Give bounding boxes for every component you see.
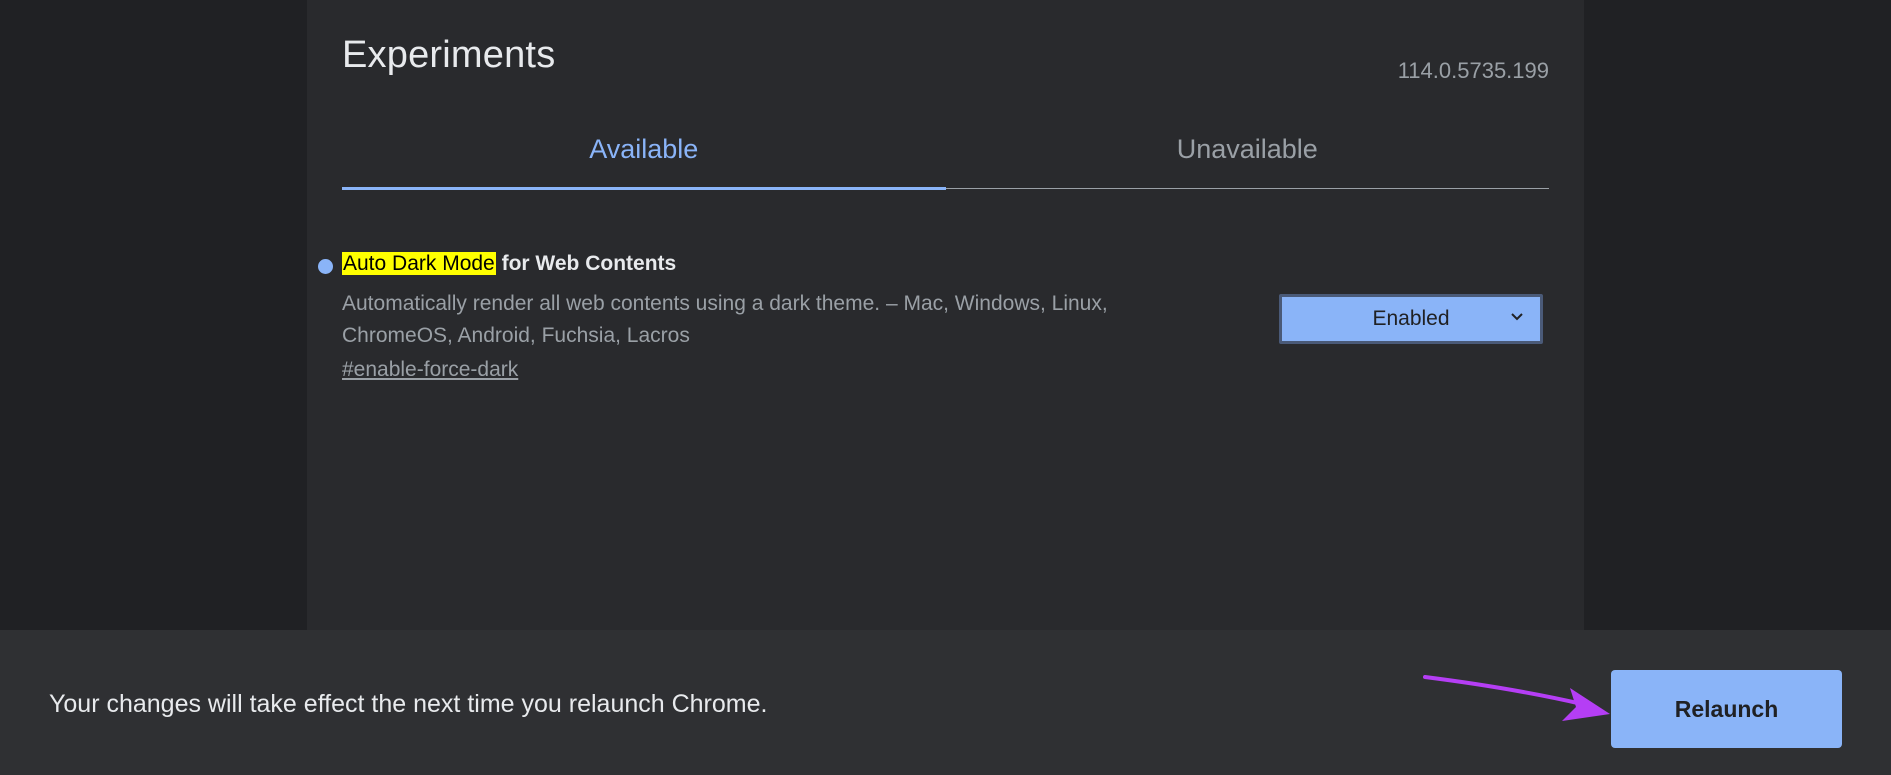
relaunch-message: Your changes will take effect the next t… xyxy=(49,690,768,718)
experiment-permalink[interactable]: #enable-force-dark xyxy=(342,358,518,382)
experiment-title: Auto Dark Mode for Web Contents xyxy=(342,252,676,276)
arrow-icon xyxy=(1423,675,1610,721)
select-value: Enabled xyxy=(1372,307,1450,330)
search-highlight: Auto Dark Mode xyxy=(342,252,496,275)
tab-unavailable[interactable]: Unavailable xyxy=(946,115,1550,188)
relaunch-button[interactable]: Relaunch xyxy=(1611,670,1842,748)
tab-available[interactable]: Available xyxy=(342,115,946,190)
experiment-title-rest: for Web Contents xyxy=(495,252,677,275)
experiment-description: Automatically render all web contents us… xyxy=(342,292,1108,347)
flags-page: Experiments 114.0.5735.199 Available Una… xyxy=(0,0,1891,775)
tab-bar: Available Unavailable xyxy=(342,115,1550,190)
chevron-down-icon xyxy=(1511,313,1523,321)
page-title: Experiments xyxy=(342,34,556,76)
experiment-state-select[interactable]: Enabled xyxy=(1279,294,1543,344)
dot-icon xyxy=(318,259,333,274)
version-label: 114.0.5735.199 xyxy=(1397,58,1549,83)
